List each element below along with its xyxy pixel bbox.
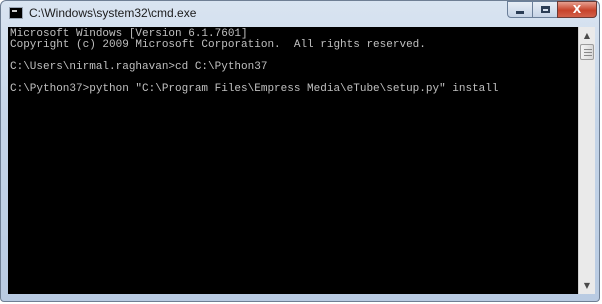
scroll-up-button[interactable]: ▲ [579,27,595,44]
vertical-scrollbar[interactable]: ▲ ▼ [578,27,595,294]
scroll-thumb[interactable] [580,44,594,60]
console-area[interactable]: Microsoft Windows [Version 6.1.7601] Cop… [8,27,578,294]
console-output: Microsoft Windows [Version 6.1.7601] Cop… [8,27,578,95]
grip-line [584,55,592,56]
grip-line [584,52,592,53]
close-button[interactable]: X [557,1,597,18]
grip-line [584,49,592,50]
title-bar[interactable]: C:\Windows\system32\cmd.exe X [1,1,599,27]
console-line: C:\Users\nirmal.raghavan>cd C:\Python37 [10,61,268,73]
console-line: C:\Python37>python "C:\Program Files\Emp… [10,83,499,95]
maximize-button[interactable] [532,1,558,18]
cmd-icon[interactable] [9,7,23,19]
arrow-up-icon: ▲ [583,31,591,40]
scroll-down-button[interactable]: ▼ [579,277,595,294]
cmd-window: C:\Windows\system32\cmd.exe X Microsoft … [0,0,600,302]
minimize-icon [516,11,524,14]
maximize-icon [540,6,550,13]
arrow-down-icon: ▼ [583,281,591,290]
minimize-button[interactable] [507,1,533,18]
close-icon: X [572,3,582,16]
console-line: Copyright (c) 2009 Microsoft Corporation… [10,39,426,51]
window-title: C:\Windows\system32\cmd.exe [29,6,197,20]
